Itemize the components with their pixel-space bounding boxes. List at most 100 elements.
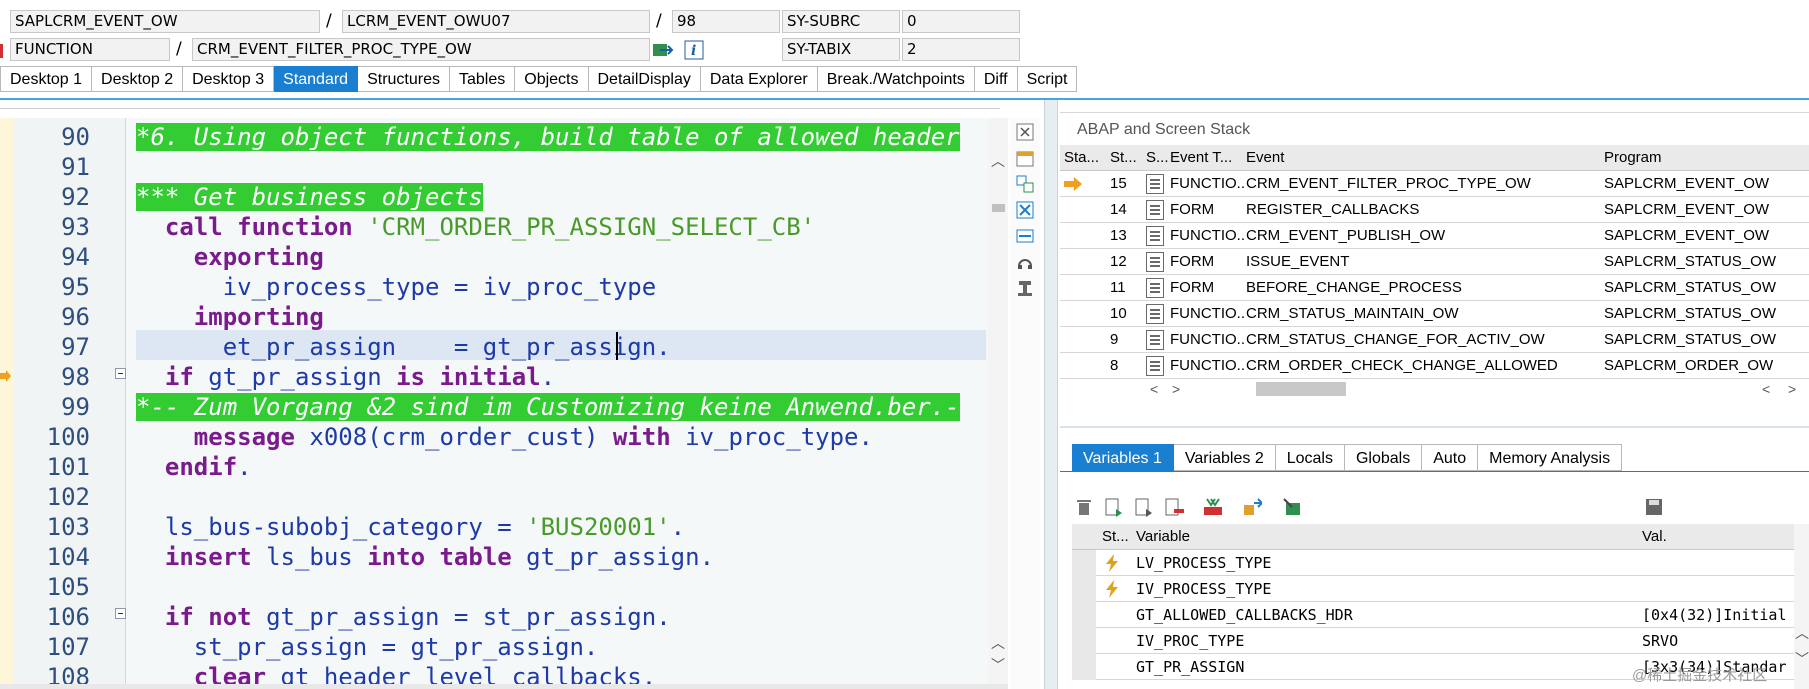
table-row[interactable]: GT_ALLOWED_CALLBACKS_HDR [0x4(32)]Initia… xyxy=(1072,602,1809,628)
table-row[interactable]: 11 FORM BEFORE_CHANGE_PROCESS SAPLCRM_ST… xyxy=(1060,275,1809,301)
code-line: message x008(crm_order_cust) with iv_pro… xyxy=(193,423,873,451)
table-row[interactable]: IV_PROC_TYPE SRVO xyxy=(1072,628,1809,654)
column-header[interactable]: Sta... xyxy=(1064,145,1102,171)
tab-locals[interactable]: Locals xyxy=(1275,444,1345,471)
table-row[interactable]: 13 FUNCTIO... CRM_EVENT_PUBLISH_OW SAPLC… xyxy=(1060,223,1809,249)
line-number: 94 xyxy=(61,243,90,271)
tab-detaildisplay[interactable]: DetailDisplay xyxy=(588,66,701,92)
table-row[interactable]: LV_PROCESS_TYPE xyxy=(1072,550,1809,576)
scroll-left-icon[interactable]: < xyxy=(1150,382,1158,396)
table-row[interactable]: 10 FUNCTIO... CRM_STATUS_MAINTAIN_OW SAP… xyxy=(1060,301,1809,327)
scroll-thumb[interactable] xyxy=(1256,382,1346,396)
comment: *6. Using object functions, build table … xyxy=(136,123,960,151)
tab-auto[interactable]: Auto xyxy=(1422,444,1479,471)
scroll-down-icon[interactable]: ﹀ xyxy=(991,658,1005,672)
scroll-down-icon[interactable]: ﹀ xyxy=(1795,652,1809,666)
scroll-right-icon[interactable]: > xyxy=(1788,382,1796,396)
flash-icon xyxy=(1106,580,1118,598)
navigate-icon[interactable] xyxy=(652,40,674,60)
table-row[interactable]: 8 FUNCTIO... CRM_ORDER_CHECK_CHANGE_ALLO… xyxy=(1060,353,1809,379)
expand-icon[interactable] xyxy=(1242,497,1262,517)
settings-icon[interactable] xyxy=(1015,278,1035,298)
tab-tables[interactable]: Tables xyxy=(450,66,516,92)
variables-scrollbar[interactable]: ︿ ﹀ xyxy=(1794,524,1809,689)
scroll-up-icon[interactable]: ︿ xyxy=(1795,626,1809,640)
separator: / xyxy=(656,11,662,31)
tab-data-explorer[interactable]: Data Explorer xyxy=(700,66,818,92)
line-number: 98 xyxy=(61,363,90,391)
swap-icon[interactable] xyxy=(1015,174,1035,194)
table-row[interactable]: 14 FORM REGISTER_CALLBACKS SAPLCRM_EVENT… xyxy=(1060,197,1809,223)
fold-toggle[interactable] xyxy=(115,368,126,379)
column-header[interactable]: St... xyxy=(1110,145,1140,171)
delete-icon[interactable] xyxy=(1074,497,1094,517)
stack-title: ABAP and Screen Stack xyxy=(1077,121,1251,138)
code-line: ls_bus-subobj_category = 'BUS20001'. xyxy=(164,513,686,541)
tab-breakpoints[interactable]: Break./Watchpoints xyxy=(817,66,975,92)
expand-icon[interactable] xyxy=(1015,226,1035,246)
include-field[interactable]: LCRM_EVENT_OWU07 xyxy=(342,10,650,33)
column-header[interactable]: Event T... xyxy=(1170,145,1242,171)
tab-diff[interactable]: Diff xyxy=(974,66,1018,92)
tool-icon[interactable] xyxy=(1015,252,1035,272)
code-hscrollbar[interactable] xyxy=(0,684,1008,689)
tab-desktop-2[interactable]: Desktop 2 xyxy=(92,66,184,92)
column-header[interactable]: S... xyxy=(1146,145,1168,171)
maximize-icon[interactable] xyxy=(1015,200,1035,220)
scroll-up-icon[interactable]: ︿ xyxy=(991,154,1005,168)
table-header: Sta... St... S... Event T... Event Progr… xyxy=(1060,145,1809,171)
table-row[interactable]: 12 FORM ISSUE_EVENT SAPLCRM_STATUS_OW xyxy=(1060,249,1809,275)
type-field[interactable]: FUNCTION xyxy=(10,38,170,61)
line-field[interactable]: 98 xyxy=(672,10,780,33)
code-scrollbar[interactable]: ︿ ︿ ﹀ xyxy=(988,118,1008,689)
tab-structures[interactable]: Structures xyxy=(358,66,450,92)
tab-desktop-3[interactable]: Desktop 3 xyxy=(183,66,275,92)
new-tab-icon[interactable] xyxy=(1015,148,1035,168)
scroll-right-icon[interactable]: > xyxy=(1172,382,1180,396)
column-header[interactable]: Variable xyxy=(1136,524,1536,550)
scroll-up-icon[interactable]: ︿ xyxy=(991,636,1005,650)
code-editor[interactable]: 90 91 92 93 94 95 96 97 98 99 100 101 10… xyxy=(0,118,1000,689)
row-selector[interactable] xyxy=(1072,602,1096,628)
table-row[interactable]: 15 FUNCTIO... CRM_EVENT_FILTER_PROC_TYPE… xyxy=(1060,171,1809,197)
current-frame-arrow-icon xyxy=(1064,177,1082,191)
row-selector[interactable] xyxy=(1072,576,1096,602)
line-number: 104 xyxy=(46,543,90,571)
tab-memory-analysis[interactable]: Memory Analysis xyxy=(1478,444,1623,471)
save-icon[interactable] xyxy=(1644,497,1664,517)
column-header[interactable]: St... xyxy=(1102,524,1134,550)
tab-objects[interactable]: Objects xyxy=(515,66,589,92)
program-field[interactable]: SAPLCRM_EVENT_OW xyxy=(10,10,320,33)
tab-standard[interactable]: Standard xyxy=(274,66,359,92)
row-selector[interactable] xyxy=(1072,628,1096,654)
sysvar-value-field[interactable]: 0 xyxy=(902,10,1020,33)
collapse-icon[interactable] xyxy=(1202,497,1222,517)
splitter[interactable] xyxy=(1044,100,1058,689)
scroll-thumb[interactable] xyxy=(992,204,1005,212)
sysvar-value-field[interactable]: 2 xyxy=(902,38,1020,61)
function-name-field[interactable]: CRM_EVENT_FILTER_PROC_TYPE_OW xyxy=(192,38,650,61)
export-icon[interactable] xyxy=(1282,497,1302,517)
row-selector[interactable] xyxy=(1072,550,1096,576)
scroll-left-icon[interactable]: < xyxy=(1762,382,1770,396)
row-selector[interactable] xyxy=(1072,654,1096,680)
close-tab-icon[interactable] xyxy=(1015,122,1035,142)
stack-hscrollbar[interactable]: < > < > xyxy=(1150,379,1800,399)
insert-icon[interactable] xyxy=(1104,497,1124,517)
append-icon[interactable] xyxy=(1134,497,1154,517)
table-row[interactable]: 9 FUNCTIO... CRM_STATUS_CHANGE_FOR_ACTIV… xyxy=(1060,327,1809,353)
column-header[interactable]: Program xyxy=(1604,145,1804,171)
tab-globals[interactable]: Globals xyxy=(1344,444,1423,471)
fold-toggle[interactable] xyxy=(115,608,126,619)
tab-variables-2[interactable]: Variables 2 xyxy=(1173,444,1276,471)
line-number: 105 xyxy=(46,573,90,601)
tab-script[interactable]: Script xyxy=(1017,66,1078,92)
column-header[interactable]: Val. xyxy=(1642,524,1792,550)
remove-icon[interactable] xyxy=(1164,497,1184,517)
info-icon[interactable]: i xyxy=(684,40,704,60)
tab-variables-1[interactable]: Variables 1 xyxy=(1072,444,1174,471)
breakpoint-gutter[interactable] xyxy=(0,118,13,689)
table-row[interactable]: IV_PROCESS_TYPE xyxy=(1072,576,1809,602)
column-header[interactable]: Event xyxy=(1246,145,1546,171)
tab-desktop-1[interactable]: Desktop 1 xyxy=(0,66,93,92)
